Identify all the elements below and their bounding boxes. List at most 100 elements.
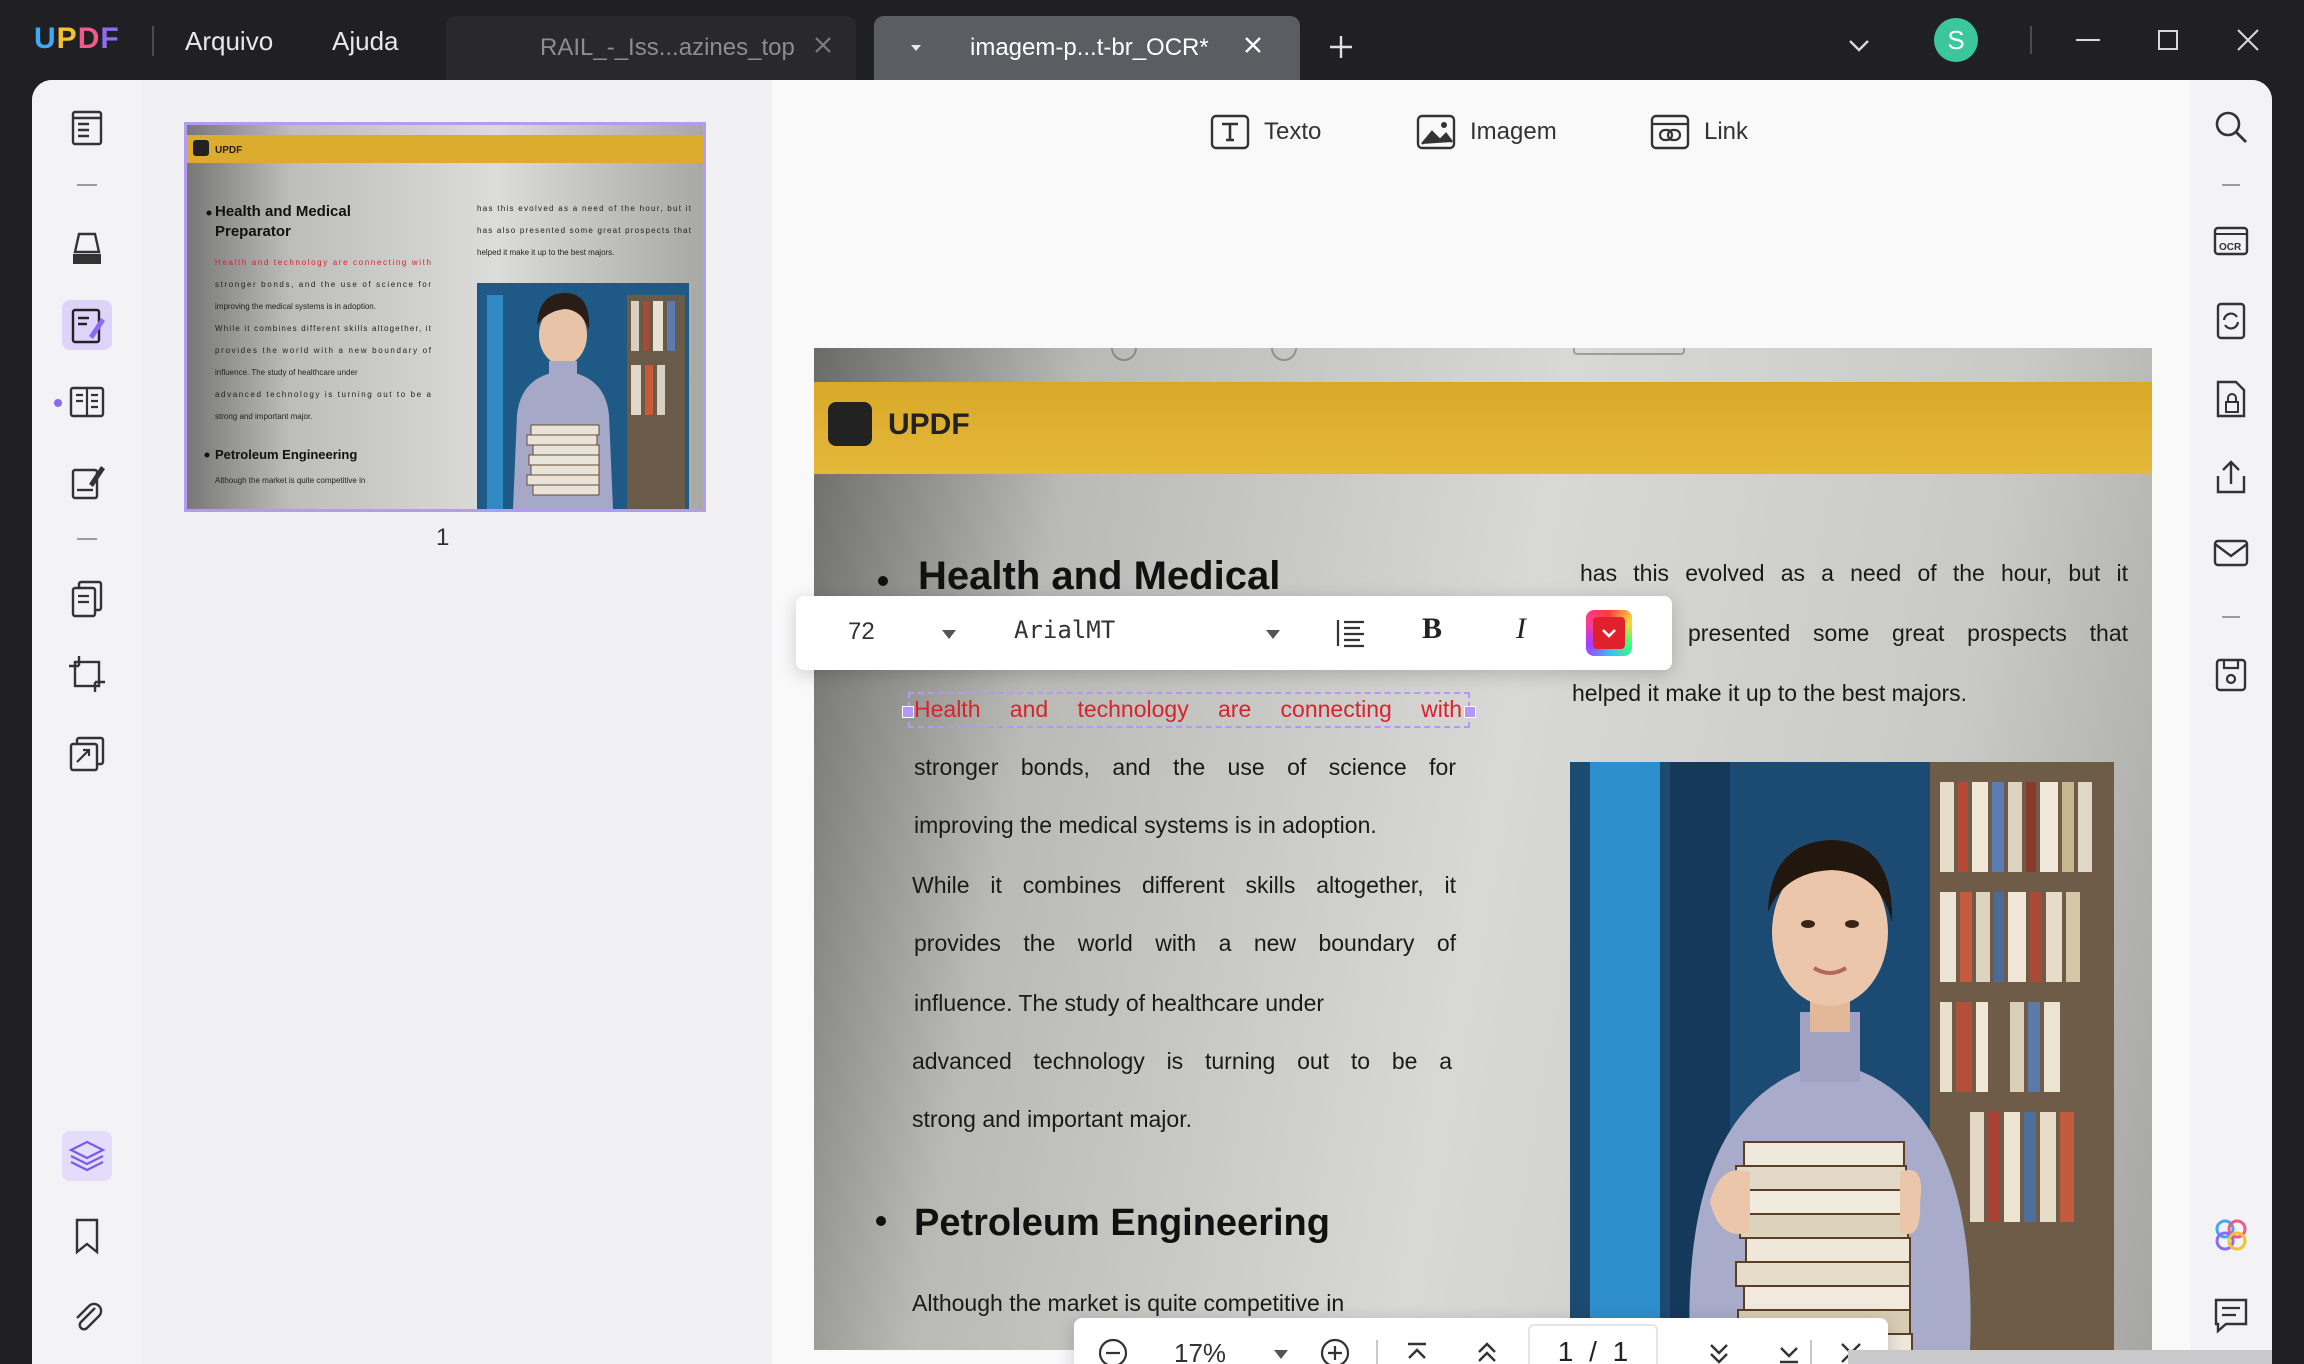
avatar[interactable]: S [1934,18,1978,62]
align-left-icon[interactable] [1332,614,1370,652]
body-line[interactable]: Although the market is quite competitive… [912,1290,1452,1317]
svg-text:influence. The study of health: influence. The study of healthcare under [215,368,358,377]
text-tool-label: Texto [1264,118,1322,145]
toolbar-separator [1810,1340,1812,1364]
svg-text:UPDF: UPDF [215,145,242,156]
convert-icon[interactable] [65,732,109,776]
first-page-icon[interactable] [1400,1336,1434,1364]
minimize-icon[interactable] [2070,22,2106,58]
chevron-down-icon[interactable] [1842,28,1876,62]
body-line[interactable]: strong and important major. [912,1106,1452,1133]
toolbar-separator [77,184,97,186]
zoom-in-icon[interactable] [1318,1336,1352,1364]
resize-handle-right[interactable] [1464,706,1476,718]
horizontal-scrollbar[interactable] [1848,1350,2272,1364]
zoom-toolbar: 17% 1 / 1 [1074,1318,1888,1364]
email-icon[interactable] [2210,532,2252,574]
body-line[interactable]: provides the world with a new boundary o… [914,930,1456,957]
font-family-select[interactable]: ArialMT [1014,616,1115,644]
student-photo[interactable] [1570,762,2114,1350]
band-brand: UPDF [888,408,970,441]
reader-icon[interactable] [65,106,109,150]
edit-pdf-icon[interactable] [65,304,109,348]
toolbar-separator [1376,1340,1378,1364]
left-toolbar [32,80,142,1364]
crop-icon[interactable] [65,652,109,696]
selected-text-line[interactable]: Health and technology are connecting wit… [914,696,1462,723]
body-line-right[interactable]: helped it make it up to the best majors. [1572,680,2128,707]
protect-document-icon[interactable] [2210,378,2252,420]
close-icon[interactable] [1238,30,1268,60]
attachment-icon[interactable] [65,1294,109,1338]
svg-text:While it combines different sk: While it combines different skills altog… [215,324,432,333]
tab-label: RAIL_-_Iss...azines_top [540,34,795,61]
heading-petroleum[interactable]: Petroleum Engineering [914,1202,1330,1245]
zoom-level[interactable]: 17% [1174,1338,1226,1364]
menu-file[interactable]: Arquivo [185,26,273,57]
resize-handle-left[interactable] [902,706,914,718]
highlighter-icon[interactable] [65,226,109,270]
organize-pages-icon[interactable] [65,576,109,620]
image-tool-icon [1416,114,1456,150]
italic-button[interactable]: I [1516,612,1554,650]
add-text-tool[interactable]: Texto [1210,112,1321,152]
text-format-toolbar: 72 ArialMT B I [796,596,1672,670]
tab-document-1[interactable]: RAIL_-_Iss...azines_top [446,16,856,80]
last-page-icon[interactable] [1772,1336,1806,1364]
body-line[interactable]: stronger bonds, and the use of science f… [914,754,1456,781]
body-line-right[interactable]: presented some great prospects that [1688,620,2128,647]
save-icon[interactable] [2210,654,2252,696]
page-layout-icon[interactable] [65,380,109,424]
thumbnail-page-number: 1 [436,524,450,551]
thumbnail-panel: UPDF Health and Medical Preparator Healt… [142,80,772,1364]
body-line[interactable]: While it combines different skills altog… [912,872,1456,899]
body-line[interactable]: influence. The study of healthcare under [914,990,1456,1017]
maximize-icon[interactable] [2150,22,2186,58]
heading-health[interactable]: Health and Medical [918,554,1280,599]
add-image-tool[interactable]: Imagem [1416,112,1557,152]
selected-text-box[interactable]: Health and technology are connecting wit… [902,692,1476,728]
dropdown-icon[interactable] [902,34,930,62]
bold-button[interactable]: B [1422,612,1460,650]
page-indicator[interactable]: 1 / 1 [1528,1324,1658,1364]
zoom-dropdown-icon[interactable] [1272,1348,1290,1360]
toolbar-separator [77,538,97,540]
menu-help[interactable]: Ajuda [332,26,399,57]
bookmark-icon[interactable] [65,1214,109,1258]
share-icon[interactable] [2210,456,2252,498]
new-tab-plus-icon[interactable] [1324,30,1358,64]
font-size-dropdown-icon[interactable] [940,628,958,640]
text-color-picker[interactable] [1586,610,1632,656]
search-icon[interactable] [2210,106,2252,148]
page-thumbnail[interactable]: UPDF Health and Medical Preparator Healt… [184,122,706,512]
body-line-right[interactable]: has this evolved as a need of the hour, … [1580,560,2128,587]
scan-artifacts [1111,348,1685,361]
page-separator: / [1589,1336,1597,1364]
app-logo: UPDF [34,22,120,55]
main-window: UPDF Health and Medical Preparator Healt… [32,80,2272,1364]
fill-sign-icon[interactable] [65,460,109,504]
tab-label: imagem-p...t-br_OCR* [970,34,1209,61]
zoom-out-icon[interactable] [1096,1336,1130,1364]
font-size-value[interactable]: 72 [848,618,875,646]
next-page-icon[interactable] [1702,1336,1736,1364]
ocr-icon[interactable]: OCR [2210,220,2252,262]
previous-page-icon[interactable] [1470,1336,1504,1364]
comment-icon[interactable] [2210,1294,2252,1336]
body-line[interactable]: improving the medical systems is in adop… [914,812,1456,839]
ai-assistant-icon[interactable] [2210,1214,2252,1256]
convert-document-icon[interactable] [2210,300,2252,342]
title-separator [2030,26,2032,54]
tab-document-2[interactable]: imagem-p...t-br_OCR* [874,16,1300,80]
close-window-icon[interactable] [2230,22,2266,58]
svg-text:helped it make it up to the be: helped it make it up to the best majors. [477,248,614,257]
body-line[interactable]: advanced technology is turning out to be… [912,1048,1452,1075]
add-link-tool[interactable]: Link [1650,112,1748,152]
band-logo-icon [828,402,872,446]
chevron-down-icon [1602,629,1616,638]
font-family-dropdown-icon[interactable] [1264,628,1282,640]
layers-icon[interactable] [65,1134,109,1178]
toolbar-separator [2222,184,2240,186]
close-icon[interactable] [808,30,838,60]
text-tool-icon [1210,114,1250,150]
